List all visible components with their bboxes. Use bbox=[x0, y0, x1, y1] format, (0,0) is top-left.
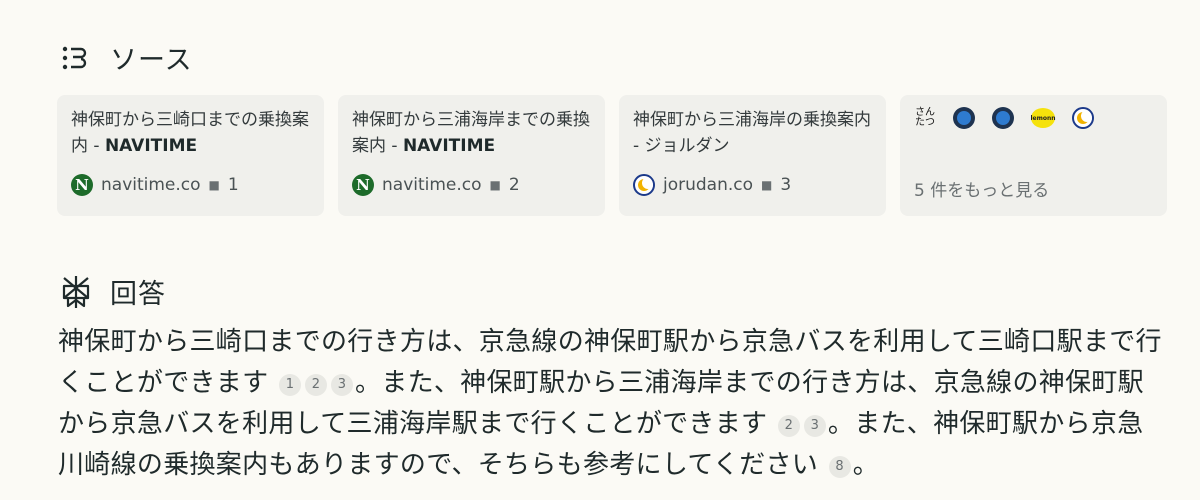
perplexity-icon bbox=[60, 274, 92, 310]
more-sources-card[interactable]: さんたつ lemonn 5 件をもっと見る bbox=[900, 95, 1167, 216]
navitime-favicon-icon: N bbox=[352, 174, 374, 196]
source-index: 3 bbox=[780, 175, 792, 195]
source-meta: jorudan.co ■ 3 bbox=[633, 174, 791, 196]
source-domain: jorudan.co bbox=[663, 175, 754, 195]
source-cards: 神保町から三崎口までの乗換案内 - NAVITIME N navitime.co… bbox=[57, 95, 1167, 216]
citation-badge[interactable]: 1 bbox=[278, 373, 301, 396]
source-domain: navitime.co bbox=[101, 175, 201, 195]
globe-favicon-icon bbox=[992, 107, 1014, 129]
source-card-1[interactable]: 神保町から三崎口までの乗換案内 - NAVITIME N navitime.co… bbox=[57, 95, 324, 216]
source-domain: navitime.co bbox=[382, 175, 482, 195]
source-card-title: 神保町から三浦海岸の乗換案内 - ジョルダン bbox=[633, 107, 872, 159]
answer-title: 回答 bbox=[110, 279, 166, 310]
source-index: 2 bbox=[508, 175, 520, 195]
answer-sentence: 。 bbox=[852, 450, 879, 480]
santatsu-favicon-icon: さんたつ bbox=[915, 107, 935, 128]
source-meta: N navitime.co ■ 2 bbox=[352, 174, 520, 196]
source-title-text: 神保町から三浦海岸の乗換案内 - ジョルダン bbox=[633, 110, 871, 156]
citation-badge[interactable]: 2 bbox=[777, 414, 800, 437]
sources-icon bbox=[60, 40, 92, 76]
separator-dot: ■ bbox=[489, 178, 501, 192]
answer-text: 神保町から三崎口までの行き方は、京急線の神保町駅から京急バスを利用して三崎口駅ま… bbox=[58, 322, 1168, 486]
jorudan-favicon-icon bbox=[1072, 107, 1094, 129]
more-sources-label: 5 件をもっと見る bbox=[914, 181, 1050, 201]
answer-header: 回答 bbox=[60, 272, 166, 311]
separator-dot: ■ bbox=[761, 178, 773, 192]
lemon-favicon-icon: lemonn bbox=[1030, 108, 1056, 128]
source-card-title: 神保町から三崎口までの乗換案内 - NAVITIME bbox=[71, 107, 310, 159]
source-title-brand: NAVITIME bbox=[104, 136, 198, 156]
sources-title: ソース bbox=[110, 45, 193, 76]
more-sources-icons: さんたつ lemonn bbox=[914, 107, 1153, 129]
source-index: 1 bbox=[227, 175, 239, 195]
citation-badge[interactable]: 3 bbox=[803, 414, 826, 437]
navitime-favicon-icon: N bbox=[71, 174, 93, 196]
source-card-2[interactable]: 神保町から三浦海岸までの乗換案内 - NAVITIME N navitime.c… bbox=[338, 95, 605, 216]
source-card-3[interactable]: 神保町から三浦海岸の乗換案内 - ジョルダン jorudan.co ■ 3 bbox=[619, 95, 886, 216]
source-meta: N navitime.co ■ 1 bbox=[71, 174, 239, 196]
citation-badge[interactable]: 3 bbox=[330, 373, 353, 396]
citation-badge[interactable]: 8 bbox=[828, 455, 851, 478]
globe-favicon-icon bbox=[953, 107, 975, 129]
citation-badge[interactable]: 2 bbox=[304, 373, 327, 396]
source-card-title: 神保町から三浦海岸までの乗換案内 - NAVITIME bbox=[352, 107, 591, 159]
source-title-brand: NAVITIME bbox=[402, 136, 496, 156]
separator-dot: ■ bbox=[208, 178, 220, 192]
jorudan-favicon-icon bbox=[633, 174, 655, 196]
sources-header: ソース bbox=[60, 38, 193, 77]
page: ソース 神保町から三崎口までの乗換案内 - NAVITIME N navitim… bbox=[0, 0, 1200, 500]
